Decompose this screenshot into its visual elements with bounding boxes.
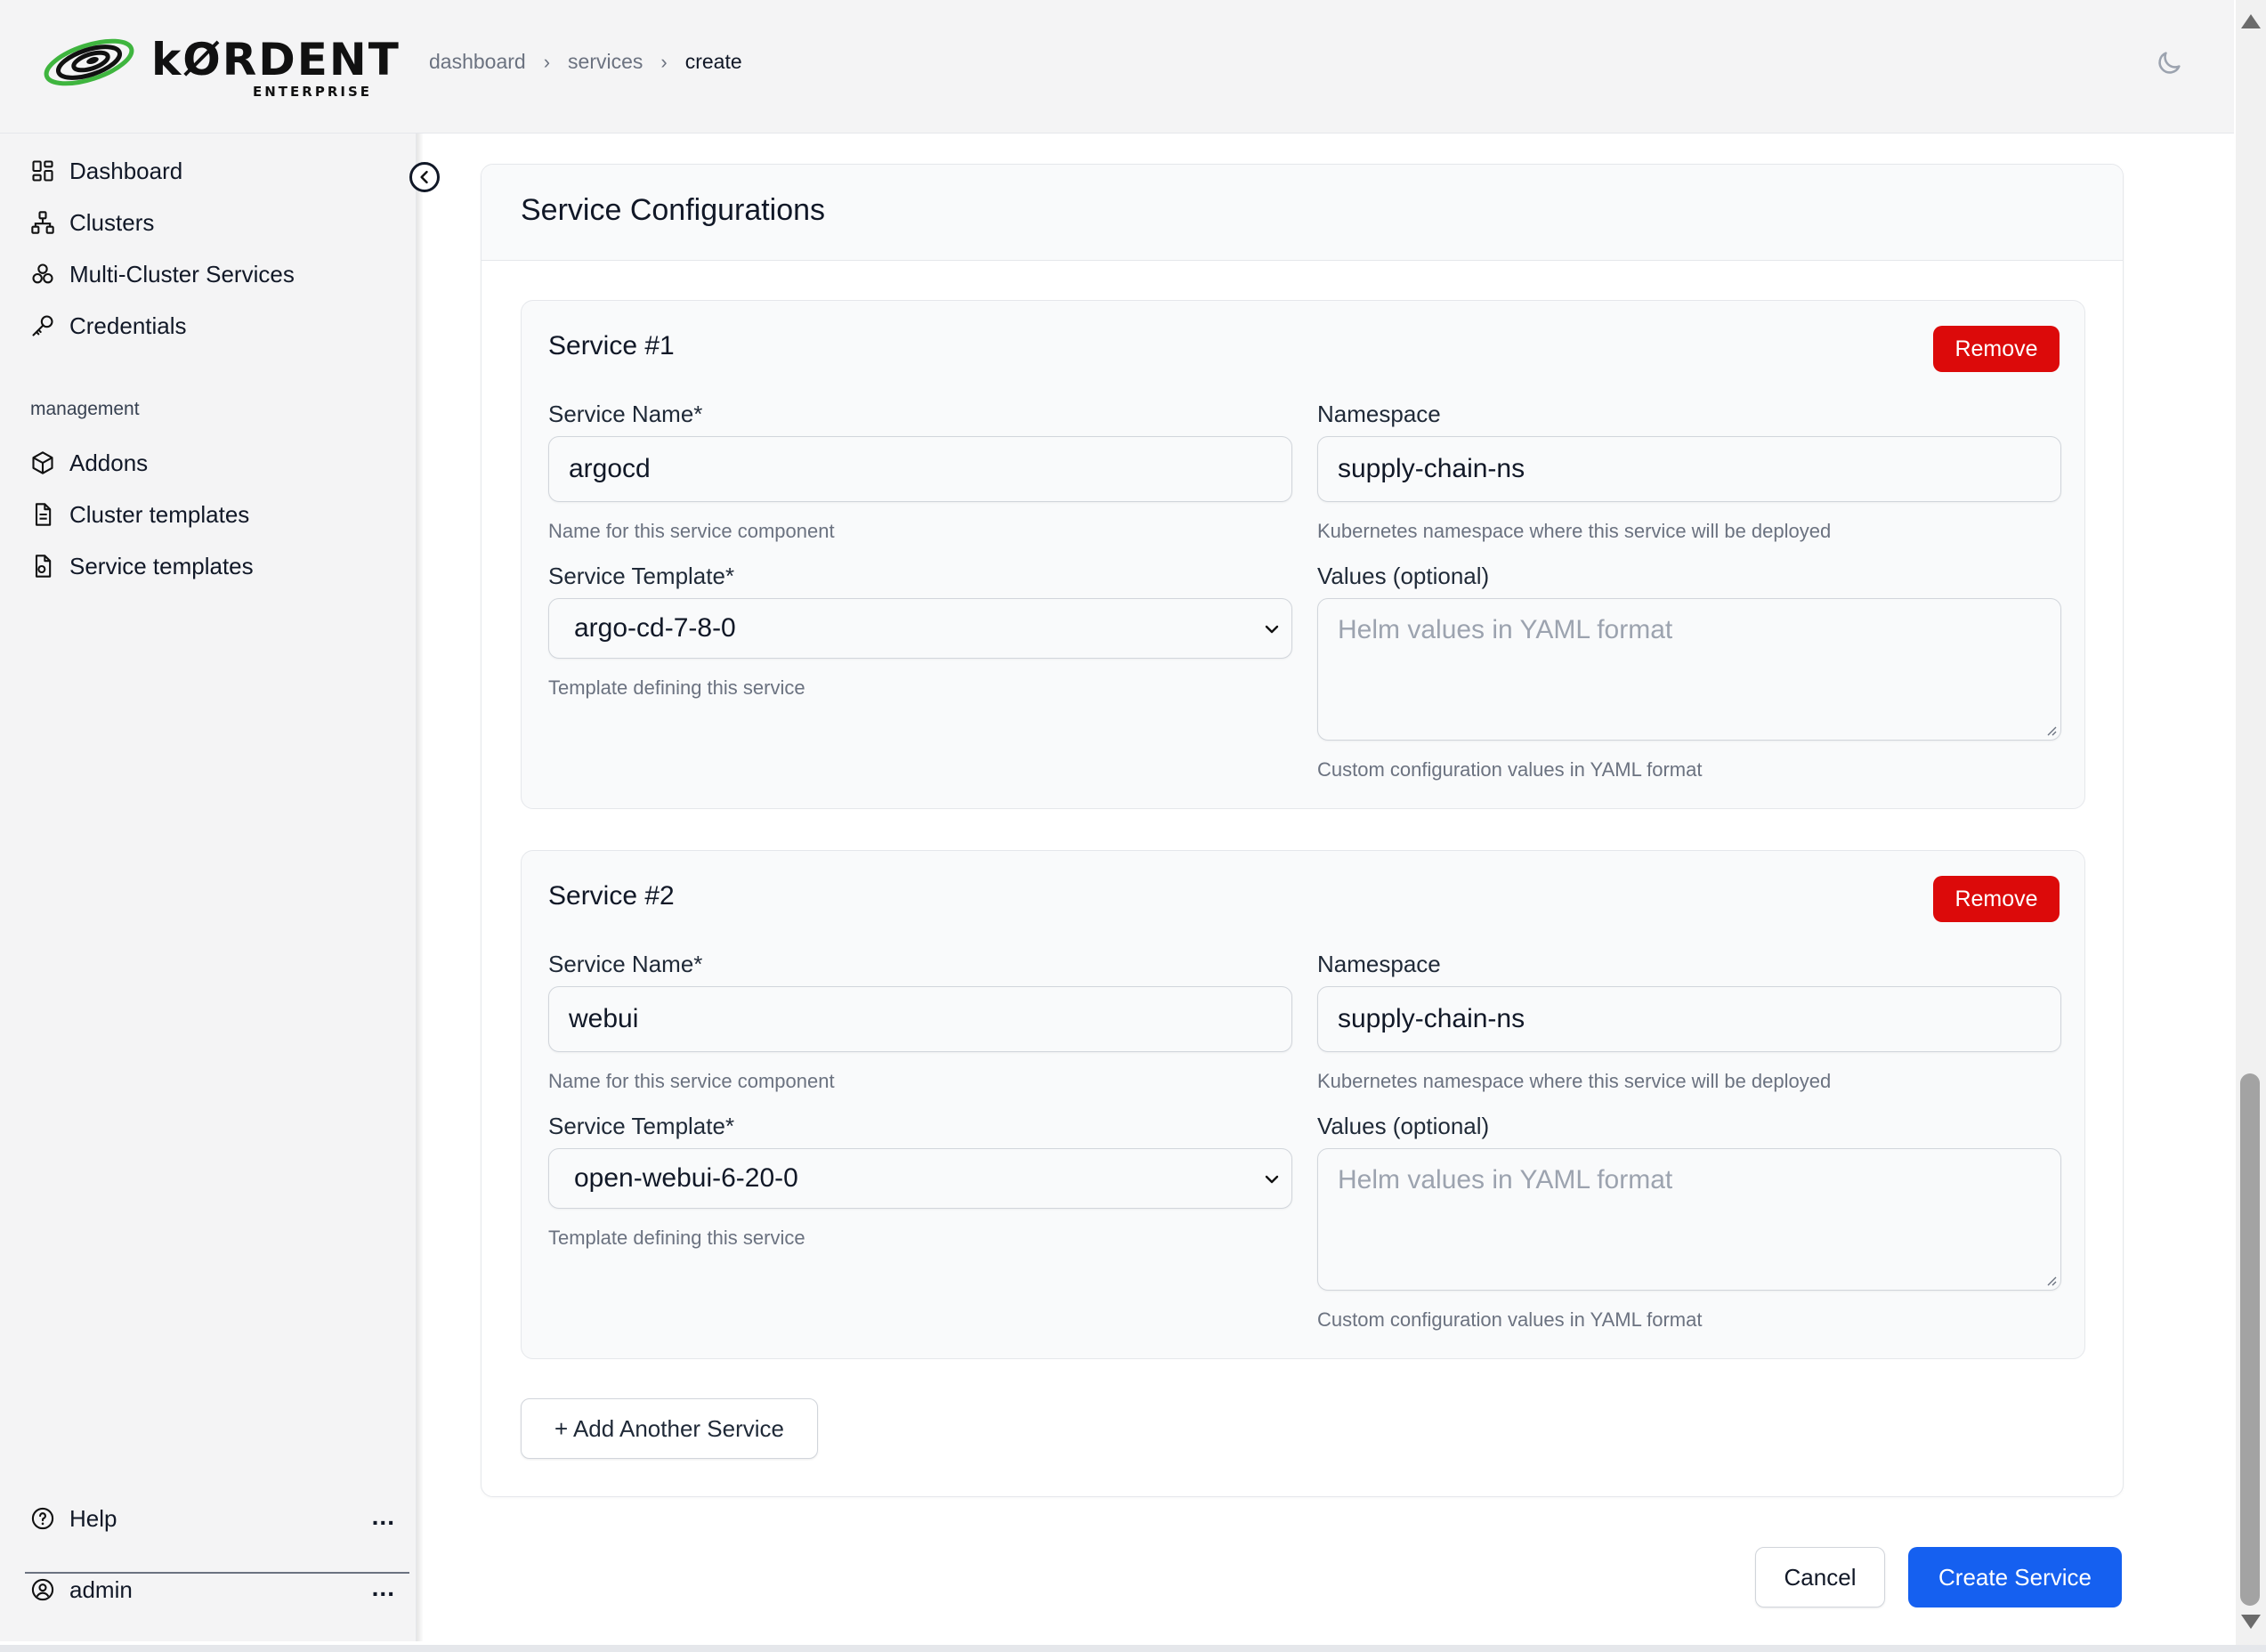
- scrollbar-thumb[interactable]: [2240, 1073, 2260, 1606]
- namespace-input[interactable]: supply-chain-ns: [1317, 986, 2061, 1052]
- service-template-label: Service Template*: [548, 563, 735, 589]
- card-header: Service Configurations: [482, 165, 2123, 261]
- breadcrumb-dashboard[interactable]: dashboard: [429, 50, 526, 74]
- key-icon: [32, 315, 53, 336]
- sidebar-item-label: Clusters: [69, 208, 155, 236]
- service-template-help: Template defining this service: [548, 676, 805, 699]
- service-block-1: Service #1 Remove Service Name* argocd N…: [521, 300, 2085, 809]
- clusters-icon: [31, 211, 54, 234]
- service-name-input[interactable]: webui: [548, 986, 1292, 1052]
- collapse-sidebar-button[interactable]: [409, 162, 440, 192]
- namespace-label: Namespace: [1317, 951, 1441, 977]
- sidebar-item-dashboard[interactable]: Dashboard: [30, 153, 182, 189]
- sidebar-item-multi-cluster-services[interactable]: Multi-Cluster Services: [30, 256, 295, 292]
- theme-toggle-button[interactable]: [2154, 48, 2184, 78]
- sidebar-help[interactable]: Help ...: [30, 1501, 395, 1536]
- sidebar-item-cluster-templates[interactable]: Cluster templates: [30, 497, 249, 532]
- sidebar-shadow: [417, 134, 424, 1641]
- sidebar-item-label: Service templates: [69, 552, 254, 579]
- remove-service-button[interactable]: Remove: [1933, 326, 2060, 372]
- chevron-left-icon: [420, 170, 428, 184]
- values-placeholder: Helm values in YAML format: [1338, 615, 1673, 644]
- user-label: admin: [69, 1575, 133, 1603]
- namespace-help: Kubernetes namespace where this service …: [1317, 520, 1832, 542]
- multi-cluster-icon: [32, 263, 53, 284]
- values-placeholder: Helm values in YAML format: [1338, 1165, 1673, 1194]
- service-name-label: Service Name*: [548, 951, 703, 977]
- top-header: kØRDENT ENTERPRISE dashboard › services …: [0, 0, 2234, 134]
- service-title: Service #2: [548, 881, 675, 911]
- sidebar-item-service-templates[interactable]: Service templates: [30, 548, 254, 584]
- cancel-button[interactable]: Cancel: [1755, 1547, 1885, 1607]
- file-gear-icon: [35, 555, 52, 578]
- service-configurations-card: Service Configurations Service #1 Remove…: [481, 164, 2124, 1497]
- service-title: Service #1: [548, 331, 675, 360]
- user-circle-icon: [31, 1578, 54, 1601]
- sidebar-item-label: Credentials: [69, 312, 187, 339]
- brand-name: kØRDENT: [151, 34, 401, 85]
- sidebar-item-label: Dashboard: [69, 157, 183, 184]
- more-options-icon[interactable]: ...: [372, 1574, 395, 1602]
- create-service-button[interactable]: Create Service: [1908, 1547, 2122, 1607]
- remove-service-button[interactable]: Remove: [1933, 876, 2060, 922]
- service-name-input[interactable]: argocd: [548, 436, 1292, 502]
- chevron-right-icon: ›: [543, 50, 551, 73]
- sidebar-item-clusters[interactable]: Clusters: [30, 205, 154, 240]
- namespace-label: Namespace: [1317, 401, 1441, 427]
- chevron-right-icon: ›: [660, 50, 668, 73]
- service-template-select[interactable]: open-webui-6-20-0: [548, 1148, 1292, 1209]
- resize-grip-icon[interactable]: [2044, 724, 2057, 736]
- values-help: Custom configuration values in YAML form…: [1317, 1308, 1703, 1331]
- package-icon: [32, 451, 53, 474]
- orbit-logo-icon: [44, 38, 134, 86]
- scroll-up-arrow-icon[interactable]: [2241, 14, 2261, 28]
- namespace-help: Kubernetes namespace where this service …: [1317, 1070, 1832, 1092]
- dashboard-grid-icon: [32, 160, 53, 182]
- service-name-help: Name for this service component: [548, 520, 835, 542]
- resize-grip-icon[interactable]: [2044, 1274, 2057, 1286]
- values-textarea[interactable]: Helm values in YAML format: [1317, 598, 2061, 741]
- breadcrumb-services[interactable]: services: [568, 50, 643, 74]
- sidebar-divider: [25, 1572, 409, 1574]
- service-template-help: Template defining this service: [548, 1227, 805, 1249]
- select-value: open-webui-6-20-0: [574, 1163, 798, 1193]
- app-window: kØRDENT ENTERPRISE dashboard › services …: [0, 0, 2266, 1652]
- chevron-down-icon: [1265, 625, 1279, 634]
- chevron-down-icon: [1265, 1175, 1279, 1184]
- sidebar-item-addons[interactable]: Addons: [30, 445, 148, 481]
- sidebar-item-label: Multi-Cluster Services: [69, 260, 295, 287]
- sidebar-item-credentials[interactable]: Credentials: [30, 308, 187, 344]
- service-template-select[interactable]: argo-cd-7-8-0: [548, 598, 1292, 659]
- add-another-service-button[interactable]: + Add Another Service: [521, 1398, 818, 1459]
- service-block-2: Service #2 Remove Service Name* webui Na…: [521, 850, 2085, 1359]
- more-options-icon[interactable]: ...: [372, 1502, 395, 1531]
- values-help: Custom configuration values in YAML form…: [1317, 758, 1703, 781]
- values-label: Values (optional): [1317, 1113, 1490, 1139]
- sidebar-group-label: management: [30, 399, 140, 419]
- values-textarea[interactable]: Helm values in YAML format: [1317, 1148, 2061, 1291]
- brand-subtitle: ENTERPRISE: [253, 84, 373, 100]
- service-name-help: Name for this service component: [548, 1070, 835, 1092]
- scroll-down-arrow-icon[interactable]: [2241, 1615, 2261, 1629]
- file-icon: [35, 503, 52, 526]
- sidebar-item-label: Cluster templates: [69, 500, 250, 528]
- service-name-label: Service Name*: [548, 401, 703, 427]
- breadcrumb: dashboard › services › create: [429, 50, 742, 74]
- sidebar: Dashboard Clusters Multi-Cluster Service…: [0, 134, 417, 1641]
- service-template-label: Service Template*: [548, 1113, 735, 1139]
- brand-logo[interactable]: kØRDENT ENTERPRISE: [41, 30, 399, 107]
- help-label: Help: [69, 1504, 117, 1532]
- bottom-edge: [0, 1645, 2266, 1652]
- page-title: Service Configurations: [521, 193, 826, 227]
- sidebar-user[interactable]: admin ...: [30, 1572, 395, 1607]
- namespace-input[interactable]: supply-chain-ns: [1317, 436, 2061, 502]
- breadcrumb-create: create: [684, 50, 742, 73]
- values-label: Values (optional): [1317, 563, 1490, 589]
- sidebar-item-label: Addons: [69, 449, 149, 476]
- moon-icon: [2158, 52, 2181, 74]
- select-value: argo-cd-7-8-0: [574, 613, 736, 643]
- help-circle-icon: [31, 1507, 54, 1530]
